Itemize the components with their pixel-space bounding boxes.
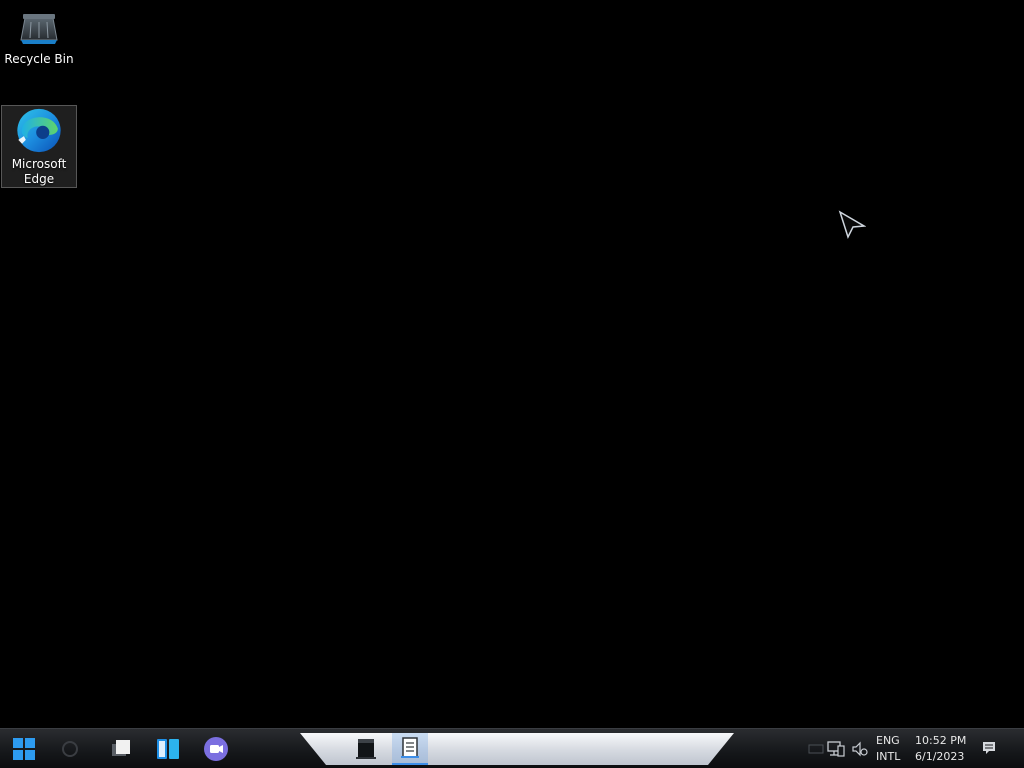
- mouse-cursor-icon: [838, 210, 866, 239]
- clock[interactable]: 10:52 PM 6/1/2023: [915, 733, 966, 765]
- notification-icon: [983, 742, 995, 754]
- hidden-icons-chevron-icon: [808, 744, 824, 754]
- recycle-bin-icon: [20, 14, 58, 44]
- desktop-icon-microsoft-edge[interactable]: Microsoft Edge: [1, 105, 77, 188]
- notification-center-button[interactable]: [978, 737, 1000, 759]
- desktop-icon-recycle-bin[interactable]: Recycle Bin: [1, 8, 77, 78]
- task-view-icon: [112, 740, 130, 756]
- taskbar: ENG INTL 10:52 PM 6/1/2023: [0, 728, 1024, 768]
- teams-chat-button[interactable]: [198, 733, 234, 765]
- taskbar-app-window[interactable]: [348, 733, 384, 765]
- start-button[interactable]: [6, 733, 42, 765]
- app-window-icon: [356, 739, 376, 759]
- network-button[interactable]: [826, 739, 846, 759]
- input-language-indicator[interactable]: ENG INTL: [876, 733, 900, 765]
- hidden-icons-button[interactable]: [806, 739, 826, 759]
- recycle-bin-label: Recycle Bin: [4, 52, 74, 66]
- microsoft-edge-label: Microsoft Edge: [11, 157, 67, 186]
- clock-time: 10:52 PM: [915, 734, 967, 747]
- search-button[interactable]: [52, 733, 88, 765]
- keyboard-layout: INTL: [876, 750, 901, 763]
- task-view-button[interactable]: [104, 733, 140, 765]
- volume-button[interactable]: [850, 739, 870, 759]
- language-code: ENG: [876, 734, 900, 747]
- widgets-button[interactable]: [150, 733, 186, 765]
- clock-date: 6/1/2023: [915, 750, 965, 763]
- windows-start-icon: [13, 738, 35, 760]
- search-icon: [62, 741, 78, 757]
- widgets-icon: [157, 739, 179, 759]
- taskbar-notepad[interactable]: [392, 733, 428, 765]
- edge-icon: [17, 108, 61, 153]
- notepad-icon: [401, 737, 419, 758]
- volume-icon: [852, 741, 868, 757]
- network-icon: [827, 741, 845, 757]
- teams-chat-icon: [204, 737, 228, 761]
- desktop: Recycle Bin Microsoft Edge: [0, 0, 1024, 728]
